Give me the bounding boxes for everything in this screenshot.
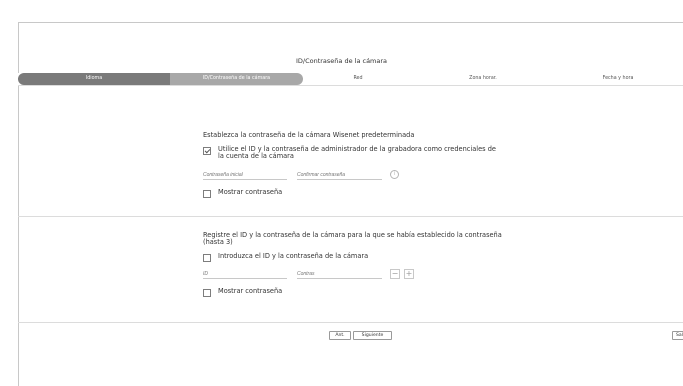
- exit-button[interactable]: Sal: [672, 331, 683, 340]
- camera-password-field[interactable]: [297, 269, 382, 279]
- camera-credentials-heading-line2: (hasta 3): [203, 238, 233, 247]
- step-camera-id-password[interactable]: ID/Contraseña de la cámara: [170, 73, 303, 85]
- use-admin-credentials-checkbox[interactable]: [203, 147, 211, 155]
- use-admin-label-line2: la cuenta de la cámara: [218, 152, 294, 161]
- step-red[interactable]: Red: [303, 73, 413, 85]
- show-password-label-1: Mostrar contraseña: [218, 188, 283, 196]
- step-fecha-hora[interactable]: Fecha y hora: [553, 73, 683, 85]
- confirm-password-field[interactable]: [297, 170, 382, 180]
- next-button[interactable]: Siguiente: [353, 331, 392, 340]
- use-admin-credentials-row[interactable]: Utilice el ID y la contraseña de adminis…: [203, 145, 496, 161]
- show-password-row-1[interactable]: Mostrar contraseña: [203, 188, 283, 198]
- stepper-divider: [18, 85, 683, 86]
- camera-id-field[interactable]: [203, 269, 287, 279]
- show-password-checkbox-2[interactable]: [203, 289, 211, 297]
- section-divider: [18, 216, 683, 217]
- footer-divider: [18, 322, 683, 323]
- initial-password-field[interactable]: [203, 170, 287, 180]
- enter-camera-id-checkbox[interactable]: [203, 254, 211, 262]
- show-password-label-2: Mostrar contraseña: [218, 287, 283, 295]
- step-zona-horaria[interactable]: Zona horar.: [413, 73, 553, 85]
- camera-credentials-heading: Registre el ID y la contraseña de la cám…: [203, 231, 502, 247]
- previous-button[interactable]: Ant.: [329, 331, 351, 340]
- wizard-stepper: Idioma ID/Contraseña de la cámara Red Zo…: [18, 73, 683, 85]
- remove-row-button[interactable]: −: [390, 269, 400, 279]
- show-password-row-2[interactable]: Mostrar contraseña: [203, 287, 283, 297]
- default-password-heading: Establezca la contraseña de la cámara Wi…: [203, 131, 415, 139]
- enter-camera-id-label: Introduzca el ID y la contraseña de la c…: [218, 252, 369, 260]
- show-password-checkbox-1[interactable]: [203, 190, 211, 198]
- enter-camera-id-row[interactable]: Introduzca el ID y la contraseña de la c…: [203, 252, 369, 262]
- info-icon[interactable]: i: [390, 170, 399, 179]
- use-admin-credentials-label: Utilice el ID y la contraseña de adminis…: [218, 145, 496, 161]
- add-row-button[interactable]: +: [404, 269, 414, 279]
- step-idioma[interactable]: Idioma: [18, 73, 170, 85]
- camera-credentials-heading-line1: Registre el ID y la contraseña de la cám…: [203, 231, 502, 239]
- page-title: ID/Contraseña de la cámara: [295, 57, 388, 65]
